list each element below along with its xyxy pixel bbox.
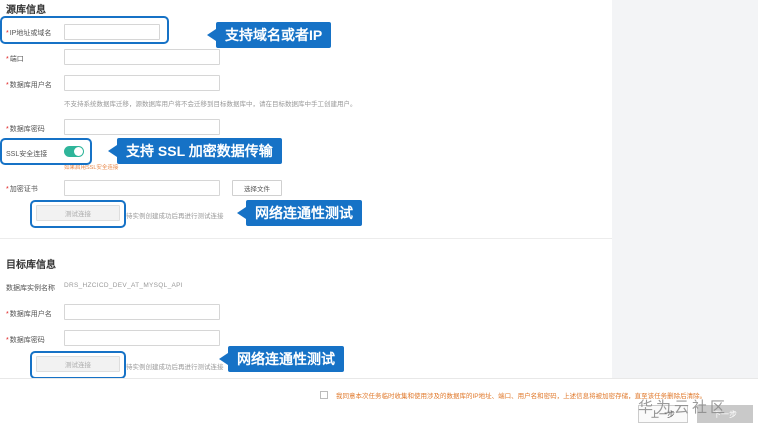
ssl-highlight-box bbox=[0, 138, 92, 165]
ip-highlight-box bbox=[0, 16, 169, 44]
port-input[interactable] bbox=[64, 49, 220, 65]
target-password-label: *数据库密码 bbox=[6, 335, 45, 345]
port-label: *端口 bbox=[6, 54, 24, 64]
instance-label: 数据库实例名称 bbox=[6, 285, 55, 292]
target-password-input[interactable] bbox=[64, 330, 220, 346]
target-user-label: *数据库用户名 bbox=[6, 309, 52, 319]
required-marker: * bbox=[6, 311, 9, 318]
port-label-text: 端口 bbox=[9, 56, 24, 63]
target-section-title: 目标库信息 bbox=[6, 260, 56, 271]
source-section-title: 源库信息 bbox=[6, 5, 46, 16]
source-user-label-text: 数据库用户名 bbox=[9, 82, 52, 89]
form-content: 源库信息 *IP地址或域名 *端口 *数据库用户名 不支持系统数据库迁移，源数据… bbox=[0, 0, 612, 378]
source-password-input[interactable] bbox=[64, 119, 220, 135]
cert-label-text: 加密证书 bbox=[9, 186, 38, 193]
required-marker: * bbox=[6, 337, 9, 344]
cert-label: *加密证书 bbox=[6, 184, 38, 194]
section-divider bbox=[0, 238, 612, 239]
target-user-label-text: 数据库用户名 bbox=[9, 311, 52, 318]
source-password-label: *数据库密码 bbox=[6, 124, 45, 134]
agreement-checkbox[interactable] bbox=[320, 391, 328, 399]
callout-domain-ip: 支持域名或者IP bbox=[206, 22, 332, 48]
callout-test-source: 网络连通性测试 bbox=[237, 200, 362, 226]
source-user-label: *数据库用户名 bbox=[6, 80, 52, 90]
callout-ssl: 支持 SSL 加密数据传输 bbox=[108, 138, 282, 164]
right-side-panel bbox=[612, 0, 758, 378]
callout-test-target: 网络连通性测试 bbox=[219, 346, 344, 372]
required-marker: * bbox=[6, 82, 9, 89]
source-user-input[interactable] bbox=[64, 75, 220, 91]
instance-value: DRS_HZCICD_DEV_AT_MYSQL_API bbox=[64, 282, 183, 289]
source-test-hint: 待实例创建成功后再进行测试连接 bbox=[126, 213, 224, 220]
target-password-label-text: 数据库密码 bbox=[9, 337, 45, 344]
choose-file-button[interactable]: 选择文件 bbox=[232, 180, 282, 196]
source-password-label-text: 数据库密码 bbox=[9, 126, 45, 133]
required-marker: * bbox=[6, 186, 9, 193]
cert-input[interactable] bbox=[64, 180, 220, 196]
required-marker: * bbox=[6, 126, 9, 133]
watermark: 华为云社区 bbox=[638, 399, 729, 416]
target-test-hint: 待实例创建成功后再进行测试连接 bbox=[126, 364, 224, 371]
required-marker: * bbox=[6, 56, 9, 63]
source-user-hint: 不支持系统数据库迁移，源数据库用户将不会迁移到目标数据库中，请在目标数据库中手工… bbox=[64, 101, 357, 108]
source-test-highlight-box bbox=[30, 200, 126, 228]
target-test-highlight-box bbox=[30, 351, 126, 379]
target-user-input[interactable] bbox=[64, 304, 220, 320]
